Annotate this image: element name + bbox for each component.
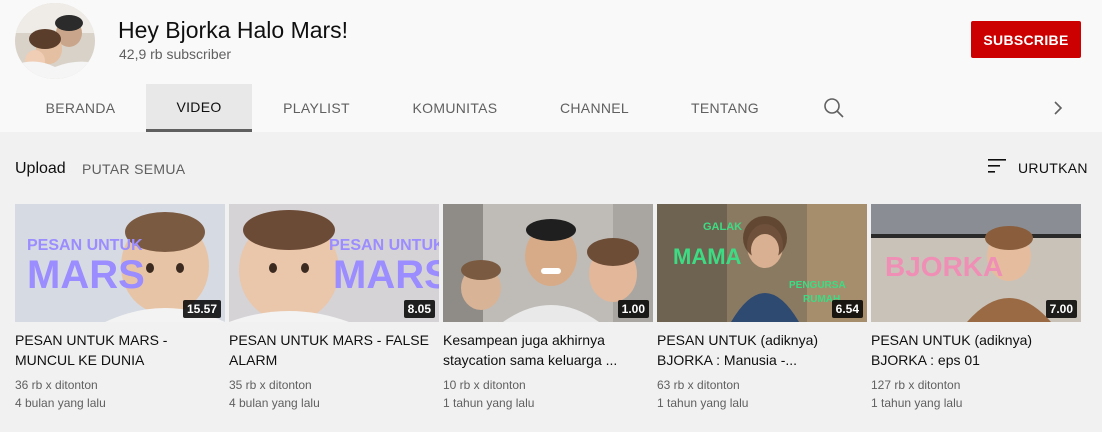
video-duration: 8.05 — [403, 300, 435, 318]
video-title[interactable]: PESAN UNTUK MARS - MUNCUL KE DUNIA — [15, 330, 225, 370]
channel-tabs: BERANDA VIDEO PLAYLIST KOMUNITAS CHANNEL… — [0, 84, 1102, 132]
video-age: 4 bulan yang lalu — [229, 396, 320, 410]
sort-label: URUTKAN — [1018, 159, 1088, 176]
channel-name[interactable]: Hey Bjorka Halo Mars! — [118, 16, 348, 44]
chevron-right-icon[interactable] — [1046, 94, 1070, 122]
thumbnail-overlay-text: PESAN UNTUK — [27, 237, 143, 254]
video-thumbnail[interactable]: BJORKA 7.00 — [871, 204, 1081, 322]
video-card[interactable]: BJORKA 7.00 PESAN UNTUK (adiknya) BJORKA… — [871, 204, 1081, 412]
tab-channel[interactable]: CHANNEL — [529, 84, 660, 132]
video-thumbnail[interactable]: 1.00 — [443, 204, 653, 322]
thumbnail-overlay-text: MARS — [27, 253, 145, 297]
channel-header: Hey Bjorka Halo Mars! 42,9 rb subscriber… — [0, 0, 1102, 84]
video-thumbnail[interactable]: PESAN UNTUK MARS 15.57 — [15, 204, 225, 322]
video-card[interactable]: 1.00 Kesampean juga akhirnya staycation … — [443, 204, 653, 412]
video-title[interactable]: PESAN UNTUK (adiknya) BJORKA : Manusia -… — [657, 330, 867, 370]
upload-label: Upload — [15, 160, 66, 177]
search-icon[interactable] — [820, 94, 848, 122]
thumbnail-overlay-text: MAMA — [673, 244, 742, 269]
video-card[interactable]: PESAN UNTUK MARS 15.57 PESAN UNTUK MARS … — [15, 204, 225, 412]
thumbnail-overlay-text: GALAK — [703, 221, 742, 233]
video-views: 35 rb x ditonton — [229, 378, 312, 392]
video-card[interactable]: PESAN UNTUK MARS 8.05 PESAN UNTUK MARS -… — [229, 204, 439, 412]
video-views: 127 rb x ditonton — [871, 378, 961, 392]
tab-video[interactable]: VIDEO — [146, 84, 252, 132]
video-duration: 6.54 — [831, 300, 863, 318]
thumbnail-overlay-text: BJORKA — [885, 251, 1003, 282]
video-title[interactable]: PESAN UNTUK MARS - FALSE ALARM — [229, 330, 439, 370]
video-thumbnail[interactable]: PESAN UNTUK MARS 8.05 — [229, 204, 439, 322]
tab-komunitas[interactable]: KOMUNITAS — [381, 84, 529, 132]
video-views: 10 rb x ditonton — [443, 378, 526, 392]
tab-playlist[interactable]: PLAYLIST — [252, 84, 381, 132]
videos-section: Upload PUTAR SEMUA URUTKAN PESAN UNTUK M… — [0, 132, 1102, 432]
subscriber-count: 42,9 rb subscriber — [119, 46, 232, 62]
video-duration: 7.00 — [1045, 300, 1077, 318]
video-title[interactable]: PESAN UNTUK (adiknya) BJORKA : eps 01 — [871, 330, 1081, 370]
video-age: 1 tahun yang lalu — [657, 396, 749, 410]
video-thumbnail[interactable]: GALAK MAMA PENGURSA RUMAH 6.54 — [657, 204, 867, 322]
thumbnail-overlay-text: PENGURSA — [789, 280, 846, 291]
thumbnail-overlay-text: PESAN UNTUK — [329, 237, 439, 254]
video-views: 36 rb x ditonton — [15, 378, 98, 392]
sort-button[interactable]: URUTKAN — [987, 157, 1088, 178]
play-all-button[interactable]: PUTAR SEMUA — [82, 161, 185, 177]
thumbnail-overlay-text: MARS — [333, 253, 439, 297]
tab-tentang[interactable]: TENTANG — [660, 84, 790, 132]
video-duration: 1.00 — [617, 300, 649, 318]
video-duration: 15.57 — [182, 300, 221, 318]
video-age: 4 bulan yang lalu — [15, 396, 106, 410]
video-age: 1 tahun yang lalu — [443, 396, 535, 410]
video-title[interactable]: Kesampean juga akhirnya staycation sama … — [443, 330, 653, 370]
video-views: 63 rb x ditonton — [657, 378, 740, 392]
subscribe-button[interactable]: SUBSCRIBE — [971, 21, 1081, 58]
sort-icon — [987, 157, 1009, 178]
channel-avatar[interactable] — [15, 3, 95, 79]
video-age: 1 tahun yang lalu — [871, 396, 963, 410]
tab-beranda[interactable]: BERANDA — [15, 84, 146, 132]
video-card[interactable]: GALAK MAMA PENGURSA RUMAH 6.54 PESAN UNT… — [657, 204, 867, 412]
